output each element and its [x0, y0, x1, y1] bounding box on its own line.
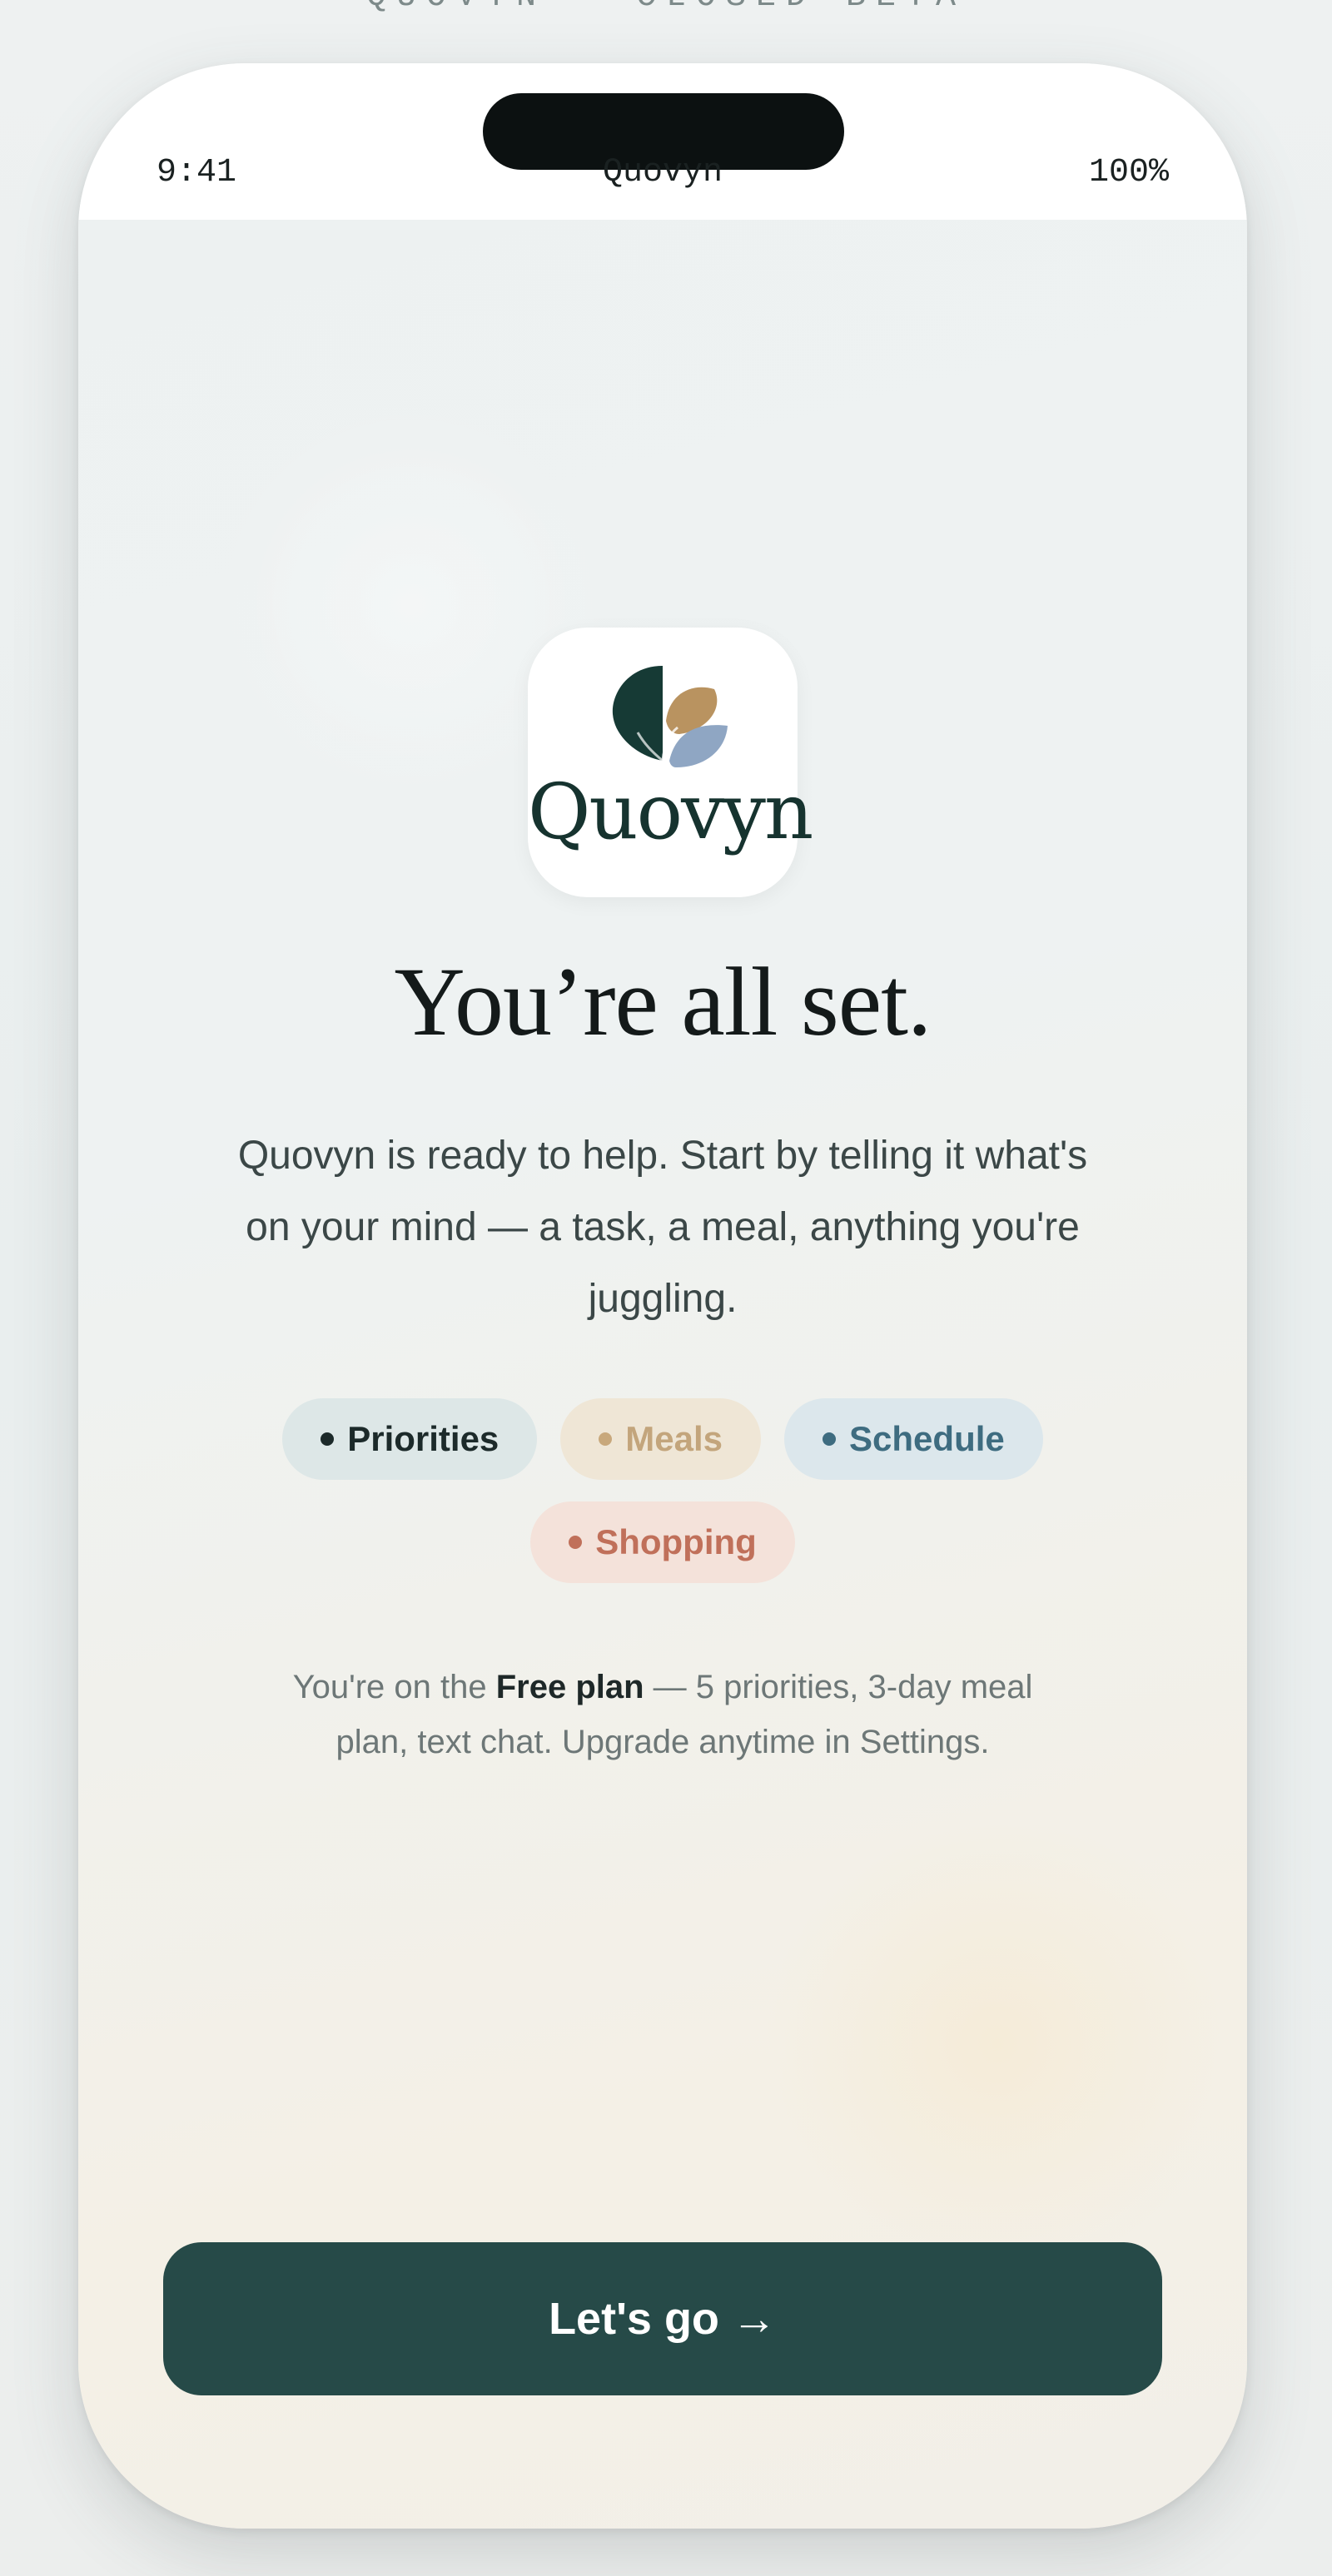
logo-wordmark: Quovyn — [528, 767, 813, 856]
dot-icon — [321, 1432, 335, 1446]
chip-label: Priorities — [347, 1419, 500, 1458]
plan-info: You're on the Free plan — 5 priorities, … — [278, 1660, 1047, 1769]
lets-go-button[interactable]: Let's go → — [163, 2242, 1162, 2395]
plan-name: Free plan — [495, 1669, 644, 1705]
status-app-title: Quovyn — [602, 154, 723, 191]
app-logo: Quovyn — [528, 628, 813, 897]
feature-chips: Priorities Meals Schedule Shopping — [78, 1398, 1247, 1583]
onboarding-subtitle: Quovyn is ready to help. Start by tellin… — [237, 1134, 1088, 1321]
leaf-logo-icon — [612, 666, 728, 767]
dot-icon — [823, 1432, 837, 1446]
status-bar: 9:41 Quovyn 100% — [78, 63, 1247, 220]
phone-frame: 9:41 Quovyn 100% Quovyn You’re all set. … — [78, 63, 1247, 2529]
chip-schedule[interactable]: Schedule — [784, 1398, 1043, 1480]
chip-label: Shopping — [595, 1522, 757, 1561]
status-battery: 100% — [1088, 154, 1169, 191]
chip-meals[interactable]: Meals — [560, 1398, 762, 1480]
chip-label: Meals — [625, 1419, 723, 1458]
chip-shopping[interactable]: Shopping — [530, 1501, 795, 1583]
dot-icon — [569, 1536, 583, 1549]
chip-label: Schedule — [849, 1419, 1005, 1458]
dot-icon — [599, 1432, 613, 1446]
page-title: You’re all set. — [394, 947, 932, 1056]
plan-prefix: You're on the — [292, 1669, 496, 1705]
chip-priorities[interactable]: Priorities — [282, 1398, 538, 1480]
page-caption: QUOVYN · CLOSED BETA — [0, 0, 1332, 16]
background-glow — [764, 1811, 1230, 2277]
